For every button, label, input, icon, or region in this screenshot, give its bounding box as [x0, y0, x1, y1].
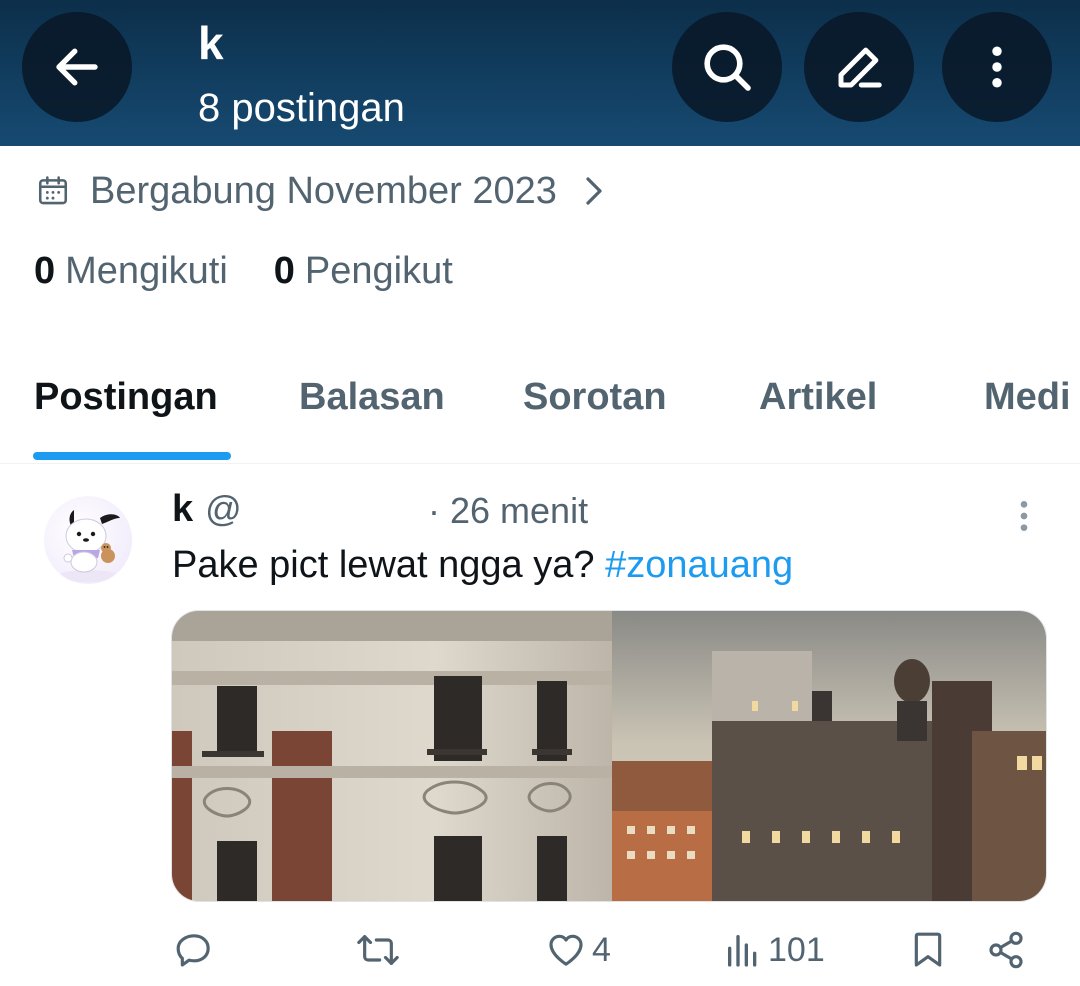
post-author-name[interactable]: k — [172, 488, 193, 531]
heart-icon — [549, 934, 583, 966]
header-profile-name: k — [198, 17, 224, 69]
tab-sorotan[interactable]: Sorotan — [523, 376, 667, 419]
following-label[interactable]: Mengikuti — [65, 250, 228, 293]
following-count[interactable]: 0 — [34, 250, 55, 293]
views-button[interactable]: 101 — [724, 930, 825, 970]
post-timestamp[interactable]: · 26 menit — [428, 490, 588, 532]
back-button[interactable] — [22, 12, 132, 122]
share-icon — [989, 931, 1023, 969]
joined-date-row[interactable]: Bergabung November 2023 — [36, 166, 605, 216]
views-count: 101 — [768, 930, 825, 969]
post-author-row: k @ — [172, 488, 242, 531]
follow-stats: 0 Mengikuti 0 Pengikut — [34, 250, 453, 293]
reply-bubble-icon — [176, 934, 210, 967]
tab-postingan[interactable]: Postingan — [34, 376, 218, 419]
share-button[interactable] — [986, 930, 1026, 970]
more-options-button[interactable] — [942, 12, 1052, 122]
profile-tabs: Postingan Balasan Sorotan Artikel Medi — [0, 362, 1080, 464]
like-count: 4 — [592, 930, 611, 969]
chevron-right-icon — [586, 177, 602, 205]
tab-media[interactable]: Medi — [984, 376, 1071, 419]
city-buildings-photo — [172, 611, 1046, 901]
bookmark-icon — [914, 932, 942, 967]
post-media-image[interactable] — [171, 610, 1047, 902]
post-text: Pake pict lewat ngga ya? #zonauang — [172, 544, 793, 587]
more-vertical-icon — [1020, 501, 1028, 531]
post-body-text: Pake pict lewat ngga ya? — [172, 544, 595, 586]
joined-date-text: Bergabung November 2023 — [90, 169, 557, 212]
followers-count[interactable]: 0 — [274, 250, 295, 293]
analytics-bars-icon — [728, 935, 757, 967]
followers-label[interactable]: Pengikut — [305, 250, 453, 293]
avatar-character-image — [58, 510, 120, 582]
bookmark-button[interactable] — [910, 930, 946, 970]
edit-pencil-icon — [838, 47, 882, 88]
reply-button[interactable] — [174, 930, 220, 970]
search-icon — [704, 44, 751, 91]
active-tab-indicator — [33, 452, 231, 460]
repost-button[interactable] — [356, 930, 406, 970]
post-more-button[interactable] — [1012, 496, 1036, 541]
post-hashtag-link[interactable]: #zonauang — [605, 544, 793, 586]
like-button[interactable]: 4 — [546, 930, 611, 970]
repost-icon — [357, 935, 399, 965]
calendar-icon — [38, 176, 68, 205]
tab-balasan[interactable]: Balasan — [299, 376, 445, 419]
edit-button[interactable] — [804, 12, 914, 122]
post-author-handle[interactable]: @ — [205, 488, 242, 530]
header-post-count: 8 postingan — [198, 86, 405, 130]
tab-artikel[interactable]: Artikel — [759, 376, 877, 419]
more-vertical-icon — [992, 46, 1002, 88]
avatar[interactable] — [44, 496, 132, 584]
back-arrow-icon — [56, 48, 98, 86]
profile-header: k 8 postingan — [0, 0, 1080, 146]
search-button[interactable] — [672, 12, 782, 122]
